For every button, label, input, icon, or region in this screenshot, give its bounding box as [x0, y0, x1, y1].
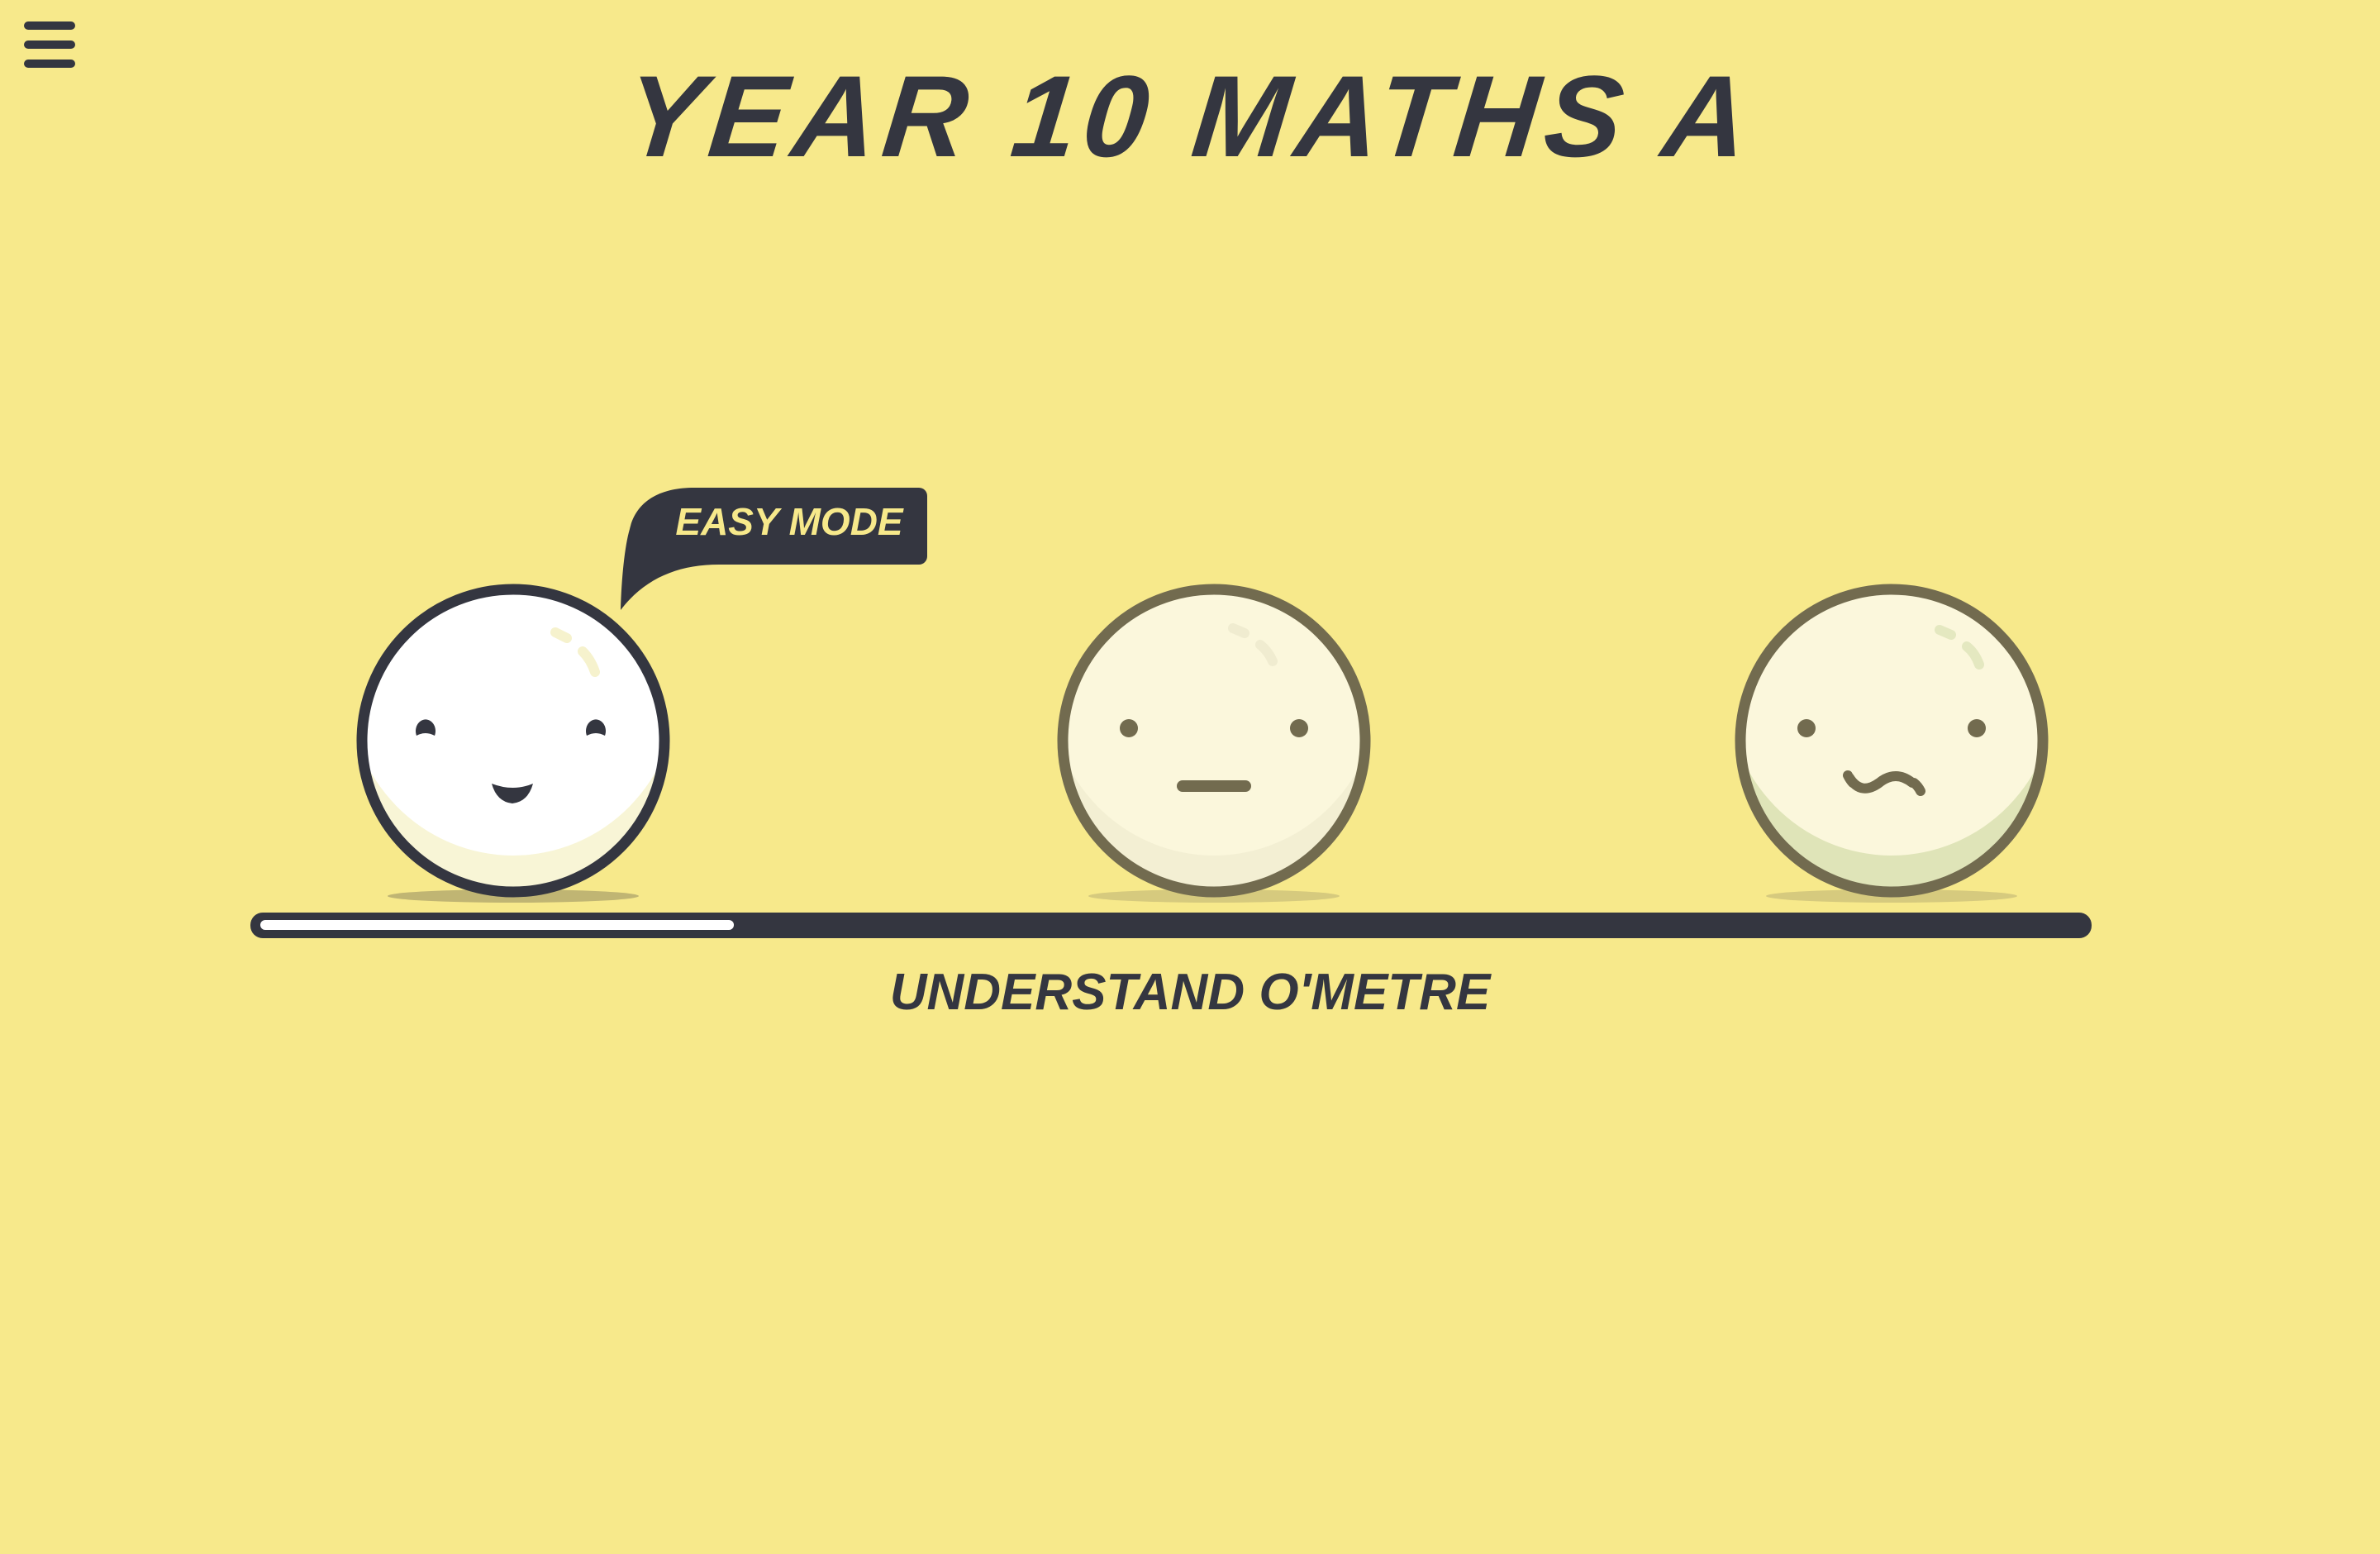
easy-mode-bubble-text: Easy Mode: [675, 500, 903, 543]
face-worried-button[interactable]: [1726, 517, 2057, 898]
meter-label: Understand O'Metre: [889, 964, 1491, 1021]
understand-o-metre: [250, 488, 2092, 938]
meter-fill: [260, 920, 735, 930]
face-neutral-button[interactable]: [1049, 517, 1379, 898]
